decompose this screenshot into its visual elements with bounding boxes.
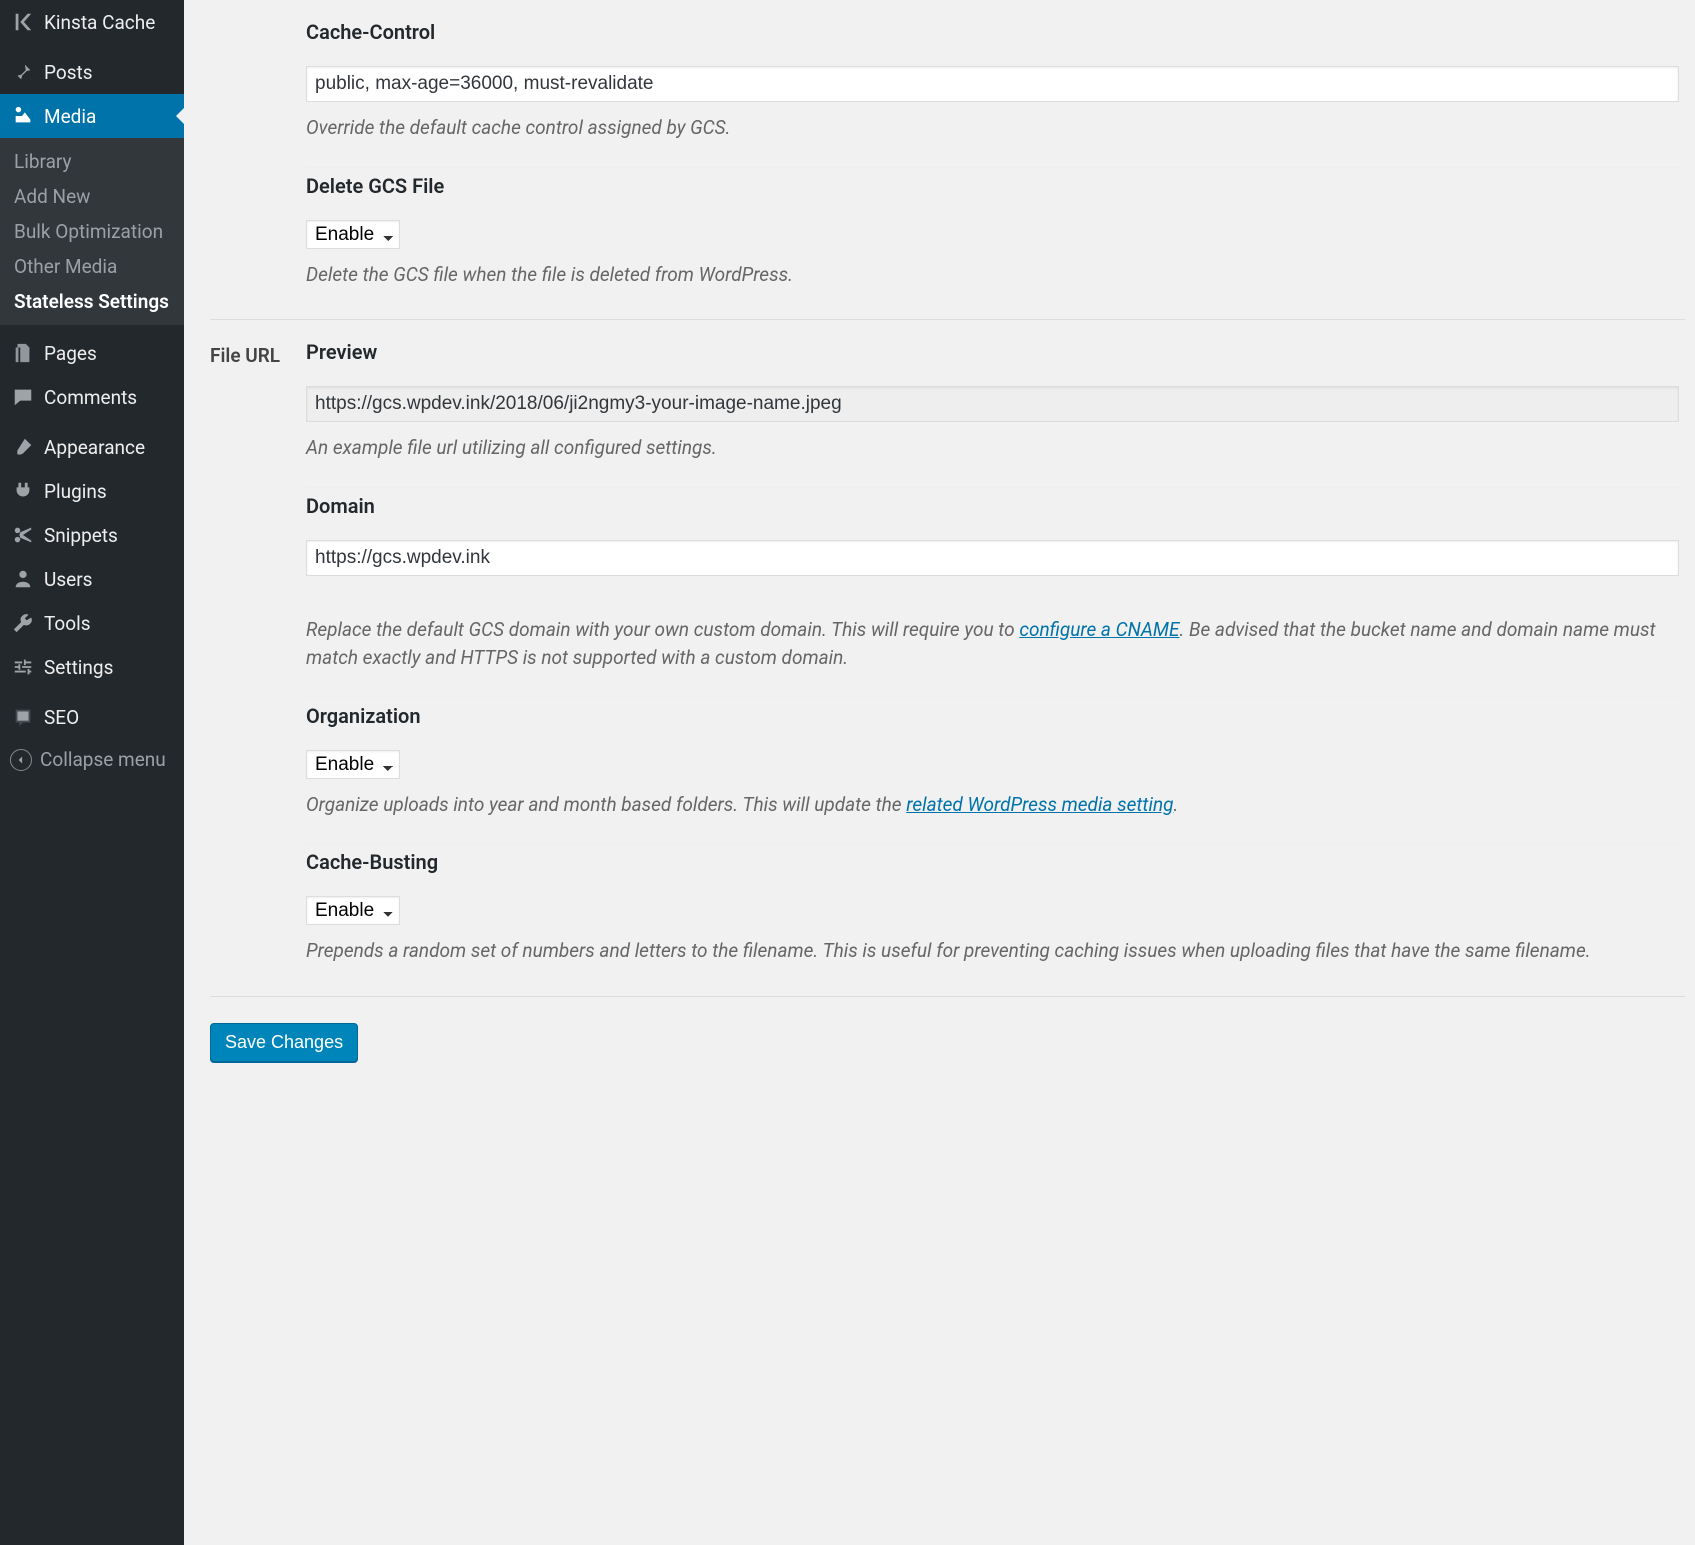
section-label: File URL xyxy=(210,320,306,367)
seo-icon xyxy=(10,704,36,730)
sidebar-subitem-library[interactable]: Library xyxy=(0,144,184,179)
sliders-icon xyxy=(10,654,36,680)
field-title: Preview xyxy=(306,340,1679,364)
sidebar-item-label: Pages xyxy=(44,342,97,365)
sidebar-item-settings[interactable]: Settings xyxy=(0,645,184,689)
plug-icon xyxy=(10,478,36,504)
sidebar-subitem-other-media[interactable]: Other Media xyxy=(0,249,184,284)
pin-icon xyxy=(10,59,36,85)
cache-busting-select[interactable]: Enable xyxy=(306,896,400,925)
field-help: Delete the GCS file when the file is del… xyxy=(306,261,1679,290)
sidebar-item-label: SEO xyxy=(44,706,79,729)
field-delete-gcs: Delete GCS File Enable Delete the GCS fi… xyxy=(306,174,1679,314)
comments-icon xyxy=(10,384,36,410)
sidebar-item-label: Tools xyxy=(44,612,91,635)
sidebar-subitem-stateless-settings[interactable]: Stateless Settings xyxy=(0,284,184,319)
sidebar-item-label: Users xyxy=(44,568,92,591)
collapse-icon xyxy=(10,749,32,771)
field-title: Organization xyxy=(306,704,1679,728)
field-title: Cache-Busting xyxy=(306,850,1679,874)
field-title: Delete GCS File xyxy=(306,174,1679,198)
sidebar-subitem-bulk-optimization[interactable]: Bulk Optimization xyxy=(0,214,184,249)
sidebar-item-tools[interactable]: Tools xyxy=(0,601,184,645)
sidebar-item-appearance[interactable]: Appearance xyxy=(0,425,184,469)
sidebar-item-posts[interactable]: Posts xyxy=(0,50,184,94)
media-icon xyxy=(10,103,36,129)
kinsta-icon xyxy=(10,9,36,35)
sidebar-item-label: Snippets xyxy=(44,524,118,547)
organization-select[interactable]: Enable xyxy=(306,750,400,779)
field-domain: Domain Replace the default GCS domain wi… xyxy=(306,494,1679,698)
field-help: Override the default cache control assig… xyxy=(306,114,1679,143)
field-preview: Preview An example file url utilizing al… xyxy=(306,340,1679,488)
cache-control-input[interactable] xyxy=(306,66,1679,102)
field-title: Cache-Control xyxy=(306,20,1679,44)
sidebar-item-label: Kinsta Cache xyxy=(44,11,155,34)
sidebar-item-label: Posts xyxy=(44,61,93,84)
settings-content: Cache-Control Override the default cache… xyxy=(184,0,1695,1545)
sidebar-item-seo[interactable]: SEO xyxy=(0,695,184,739)
sidebar-item-label: Comments xyxy=(44,386,137,409)
field-help: Organize uploads into year and month bas… xyxy=(306,791,1679,820)
sidebar-item-snippets[interactable]: Snippets xyxy=(0,513,184,557)
sidebar-item-plugins[interactable]: Plugins xyxy=(0,469,184,513)
field-title: Domain xyxy=(306,494,1679,518)
sidebar-item-label: Settings xyxy=(44,656,113,679)
user-icon xyxy=(10,566,36,592)
sidebar-item-label: Add New xyxy=(14,185,90,208)
sidebar-item-kinsta-cache[interactable]: Kinsta Cache xyxy=(0,0,184,44)
field-cache-control: Cache-Control Override the default cache… xyxy=(306,20,1679,168)
sidebar-item-label: Other Media xyxy=(14,255,117,278)
admin-sidebar: Kinsta Cache Posts Media Library Add New… xyxy=(0,0,184,1545)
sidebar-item-label: Stateless Settings xyxy=(14,290,169,313)
sidebar-item-collapse[interactable]: Collapse menu xyxy=(0,739,184,780)
sidebar-item-pages[interactable]: Pages xyxy=(0,331,184,375)
brush-icon xyxy=(10,434,36,460)
field-cache-busting: Cache-Busting Enable Prepends a random s… xyxy=(306,850,1679,990)
media-setting-link[interactable]: related WordPress media setting xyxy=(906,793,1173,816)
preview-input[interactable] xyxy=(306,386,1679,422)
field-help: Prepends a random set of numbers and let… xyxy=(306,937,1679,966)
sidebar-item-label: Media xyxy=(44,105,96,128)
sidebar-item-label: Bulk Optimization xyxy=(14,220,163,243)
sidebar-item-label: Plugins xyxy=(44,480,107,503)
sidebar-item-users[interactable]: Users xyxy=(0,557,184,601)
configure-cname-link[interactable]: configure a CNAME xyxy=(1019,618,1179,641)
field-help: An example file url utilizing all config… xyxy=(306,434,1679,463)
sidebar-item-label: Collapse menu xyxy=(40,748,166,771)
field-organization: Organization Enable Organize uploads int… xyxy=(306,704,1679,845)
save-changes-button[interactable]: Save Changes xyxy=(210,1023,358,1062)
scissors-icon xyxy=(10,522,36,548)
sidebar-item-comments[interactable]: Comments xyxy=(0,375,184,419)
wrench-icon xyxy=(10,610,36,636)
pages-icon xyxy=(10,340,36,366)
media-submenu: Library Add New Bulk Optimization Other … xyxy=(0,138,184,325)
delete-gcs-select[interactable]: Enable xyxy=(306,220,400,249)
sidebar-subitem-add-new[interactable]: Add New xyxy=(0,179,184,214)
domain-input[interactable] xyxy=(306,540,1679,576)
sidebar-item-media[interactable]: Media xyxy=(0,94,184,138)
field-help: Replace the default GCS domain with your… xyxy=(306,616,1679,673)
sidebar-item-label: Library xyxy=(14,150,72,173)
sidebar-item-label: Appearance xyxy=(44,436,145,459)
